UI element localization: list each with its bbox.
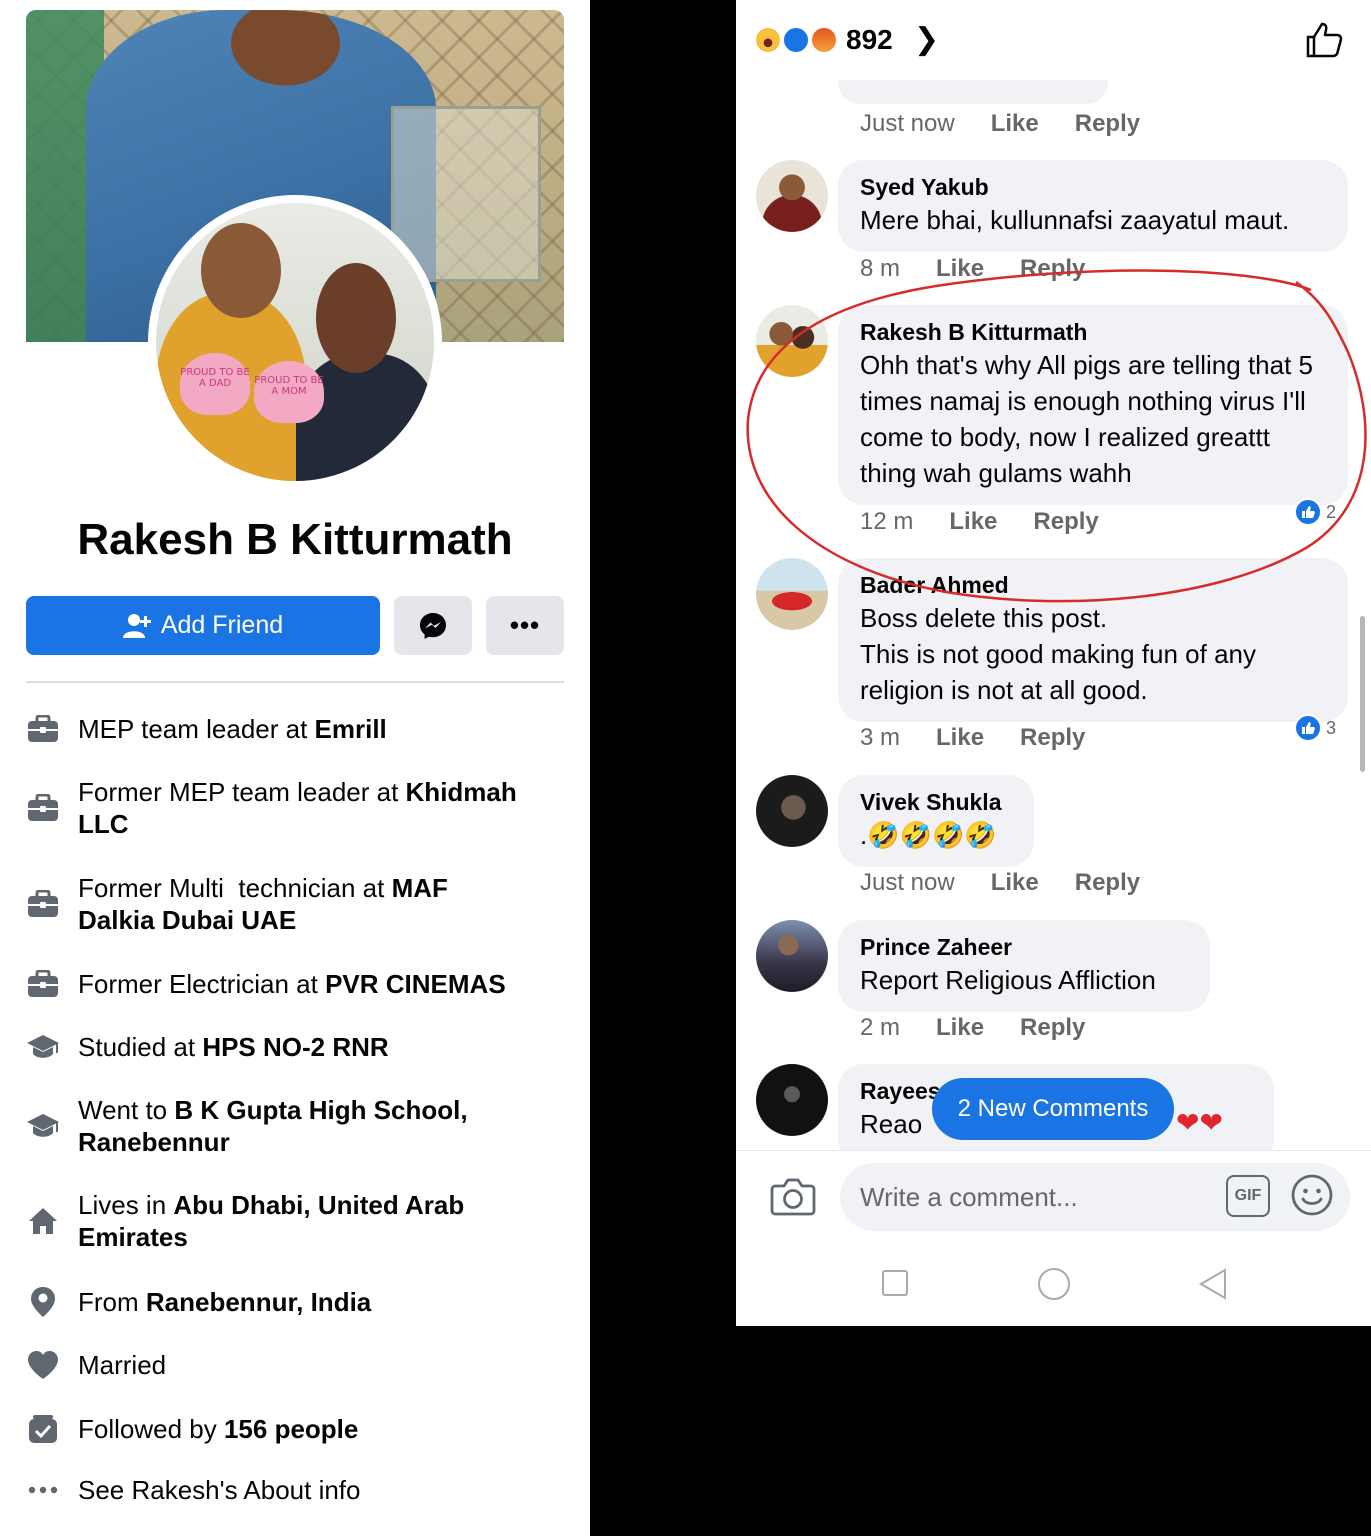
more-dots-icon [26, 1473, 60, 1507]
add-friend-label: Add Friend [160, 611, 284, 639]
profile-panel: PROUD TO BE A DAD PROUD TO BE A MOM Rake… [0, 0, 590, 1536]
reaction-count[interactable]: 892 [846, 24, 893, 56]
proud-mom-sign: PROUD TO BE A MOM [254, 361, 324, 423]
location-pin-icon [26, 1285, 60, 1319]
like-link[interactable]: Like [991, 869, 1039, 897]
comments-panel: Just now Like Reply Syed Yakub Mere bhai… [736, 0, 1371, 1326]
profile-avatar[interactable]: PROUD TO BE A DAD PROUD TO BE A MOM [156, 203, 434, 481]
info-row-former-work[interactable]: Former Multi technician at MAF Dalkia Du… [26, 872, 566, 936]
camera-icon[interactable] [770, 1173, 816, 1219]
info-row-education[interactable]: Went to B K Gupta High School, Ranebennu… [26, 1094, 566, 1158]
briefcase-icon [26, 967, 60, 1001]
briefcase-icon [26, 887, 60, 921]
red-annotation-circle [746, 269, 1367, 603]
comment-bubble: Vivek Shukla .🤣🤣🤣🤣 [838, 775, 1034, 867]
thumbs-up-icon [1294, 714, 1322, 742]
info-row-education[interactable]: Studied at HPS NO-2 RNR [26, 1030, 566, 1064]
like-reaction-icon [782, 26, 810, 54]
reactions-bar: 892 ❯ [736, 0, 1371, 80]
followers-icon [26, 1412, 60, 1446]
thumbs-up-icon[interactable] [1304, 20, 1344, 60]
comment-meta: 2 m Like Reply [860, 1014, 1086, 1042]
new-comments-button[interactable]: 2 New Comments [932, 1078, 1174, 1140]
home-icon [26, 1204, 60, 1238]
chevron-right-icon[interactable]: ❯ [914, 22, 939, 57]
like-link[interactable]: Like [936, 724, 984, 752]
comment-text: .🤣🤣🤣🤣 [860, 820, 997, 850]
comment-bubble: Prince Zaheer Report Religious Afflictio… [838, 920, 1210, 1012]
briefcase-icon [26, 712, 60, 746]
info-row-lives-in[interactable]: Lives in Abu Dhabi, United Arab Emirates [26, 1189, 566, 1253]
info-row-work[interactable]: MEP team leader at Emrill [26, 712, 566, 746]
comment-composer: GIF [736, 1150, 1371, 1240]
add-friend-button[interactable]: Add Friend [26, 596, 380, 655]
info-row-from[interactable]: From Ranebennur, India [26, 1285, 566, 1319]
emoji-icon[interactable] [1290, 1173, 1334, 1217]
comment-author[interactable]: Prince Zaheer [860, 932, 1188, 962]
like-link[interactable]: Like [936, 1014, 984, 1042]
haha-reaction-icon [754, 26, 782, 54]
profile-name: Rakesh B Kitturmath [77, 515, 513, 564]
add-friend-icon [122, 613, 151, 638]
messenger-icon [420, 612, 446, 639]
avatar[interactable] [756, 1064, 828, 1136]
heart-icon [26, 1348, 60, 1382]
comment-like-count[interactable]: 3 [1294, 714, 1336, 742]
gif-button[interactable]: GIF [1226, 1175, 1270, 1217]
home-button-icon[interactable] [1038, 1268, 1070, 1300]
comment-input[interactable] [840, 1163, 1350, 1231]
info-row-followers[interactable]: Followed by 156 people [26, 1412, 566, 1446]
briefcase-icon [26, 791, 60, 825]
comment-author[interactable]: Vivek Shukla [860, 787, 1012, 817]
info-row-former-work[interactable]: Former MEP team leader at Khidmah LLC [26, 776, 566, 840]
recent-apps-icon[interactable] [882, 1270, 908, 1296]
comment-meta: Just now Like Reply [860, 869, 1141, 897]
heart-emoji-icon: ❤❤ [1176, 1107, 1223, 1138]
reply-link[interactable]: Reply [1075, 869, 1140, 897]
graduation-cap-icon [26, 1030, 60, 1064]
more-options-button[interactable]: ••• [486, 596, 564, 655]
divider [26, 681, 564, 683]
messenger-button[interactable] [394, 596, 472, 655]
graduation-cap-icon [26, 1109, 60, 1143]
avatar[interactable] [756, 775, 828, 847]
back-icon[interactable] [1198, 1268, 1228, 1300]
proud-dad-sign: PROUD TO BE A DAD [180, 353, 250, 415]
angry-reaction-icon [810, 26, 838, 54]
info-row-relationship[interactable]: Married [26, 1348, 566, 1382]
comment-text: Report Religious Affliction [860, 965, 1156, 995]
scrollbar[interactable] [1360, 616, 1365, 772]
info-row-former-work[interactable]: Former Electrician at PVR CINEMAS [26, 967, 566, 1001]
see-about-info-link[interactable]: See Rakesh's About info [26, 1473, 566, 1507]
reply-link[interactable]: Reply [1020, 724, 1085, 752]
reply-link[interactable]: Reply [1020, 1014, 1085, 1042]
comment-meta: 3 m Like Reply [860, 724, 1086, 752]
system-nav-bar [736, 1240, 1371, 1326]
avatar[interactable] [756, 920, 828, 992]
